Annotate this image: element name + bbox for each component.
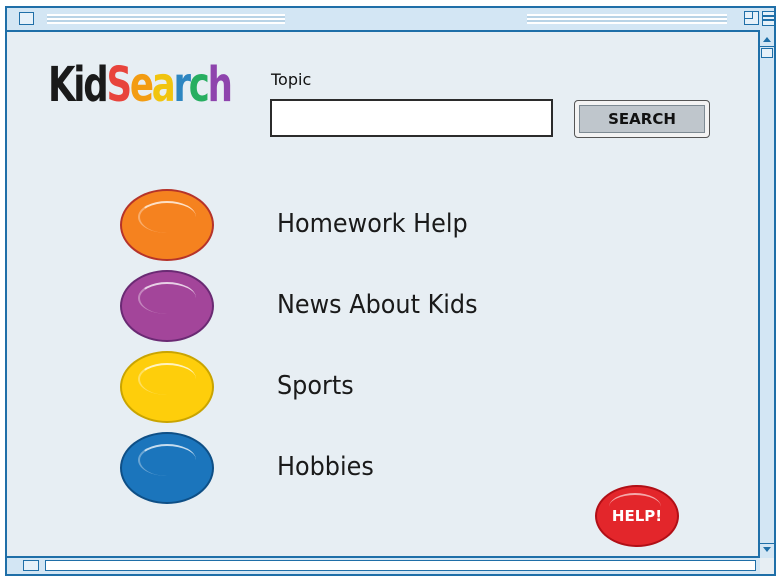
collapse-box-icon[interactable] xyxy=(762,11,775,26)
help-button[interactable]: HELP! xyxy=(595,485,679,547)
horizontal-scroll-track[interactable] xyxy=(45,560,756,571)
topic-search-input[interactable] xyxy=(270,99,553,137)
scroll-thumb[interactable] xyxy=(761,48,773,58)
logo-letter: S xyxy=(106,57,132,113)
category-homework-help[interactable]: Homework Help xyxy=(120,189,540,263)
kid-search-logo: KidSearch xyxy=(48,61,233,109)
category-news-about-kids[interactable]: News About Kids xyxy=(120,270,540,344)
logo-letter: c xyxy=(188,57,210,113)
close-box-icon[interactable] xyxy=(19,12,34,25)
horizontal-scrollbar[interactable] xyxy=(7,556,760,574)
zoom-box-icon[interactable] xyxy=(744,11,759,25)
hobbies-link[interactable]: Hobbies xyxy=(277,452,374,482)
topic-label: Topic xyxy=(271,70,312,89)
homework-help-link[interactable]: Homework Help xyxy=(277,209,468,239)
sports-link[interactable]: Sports xyxy=(277,371,354,401)
title-bar-stripes-right xyxy=(527,14,727,24)
title-bar[interactable] xyxy=(7,8,775,32)
search-button[interactable]: SEARCH xyxy=(574,100,710,138)
logo-letter: r xyxy=(173,57,190,113)
search-button-label: SEARCH xyxy=(579,105,705,133)
logo-kid-text: Kid xyxy=(48,57,109,113)
news-about-kids-oval-button[interactable] xyxy=(120,270,214,342)
category-hobbies[interactable]: Hobbies xyxy=(120,432,540,506)
logo-search-text: Search xyxy=(106,57,233,113)
logo-letter: h xyxy=(207,57,233,113)
logo-letter: a xyxy=(151,57,176,113)
hobbies-oval-button[interactable] xyxy=(120,432,214,504)
logo-letter: e xyxy=(129,57,154,113)
category-sports[interactable]: Sports xyxy=(120,351,540,425)
homework-help-oval-button[interactable] xyxy=(120,189,214,261)
scroll-down-arrow-icon[interactable] xyxy=(760,543,774,556)
title-bar-stripes-left xyxy=(47,14,285,24)
help-button-label: HELP! xyxy=(611,507,663,525)
vertical-scrollbar[interactable] xyxy=(758,30,774,558)
scroll-up-arrow-icon[interactable] xyxy=(760,34,774,47)
resize-box-icon[interactable] xyxy=(23,560,39,571)
sports-oval-button[interactable] xyxy=(120,351,214,423)
news-about-kids-link[interactable]: News About Kids xyxy=(277,290,478,320)
